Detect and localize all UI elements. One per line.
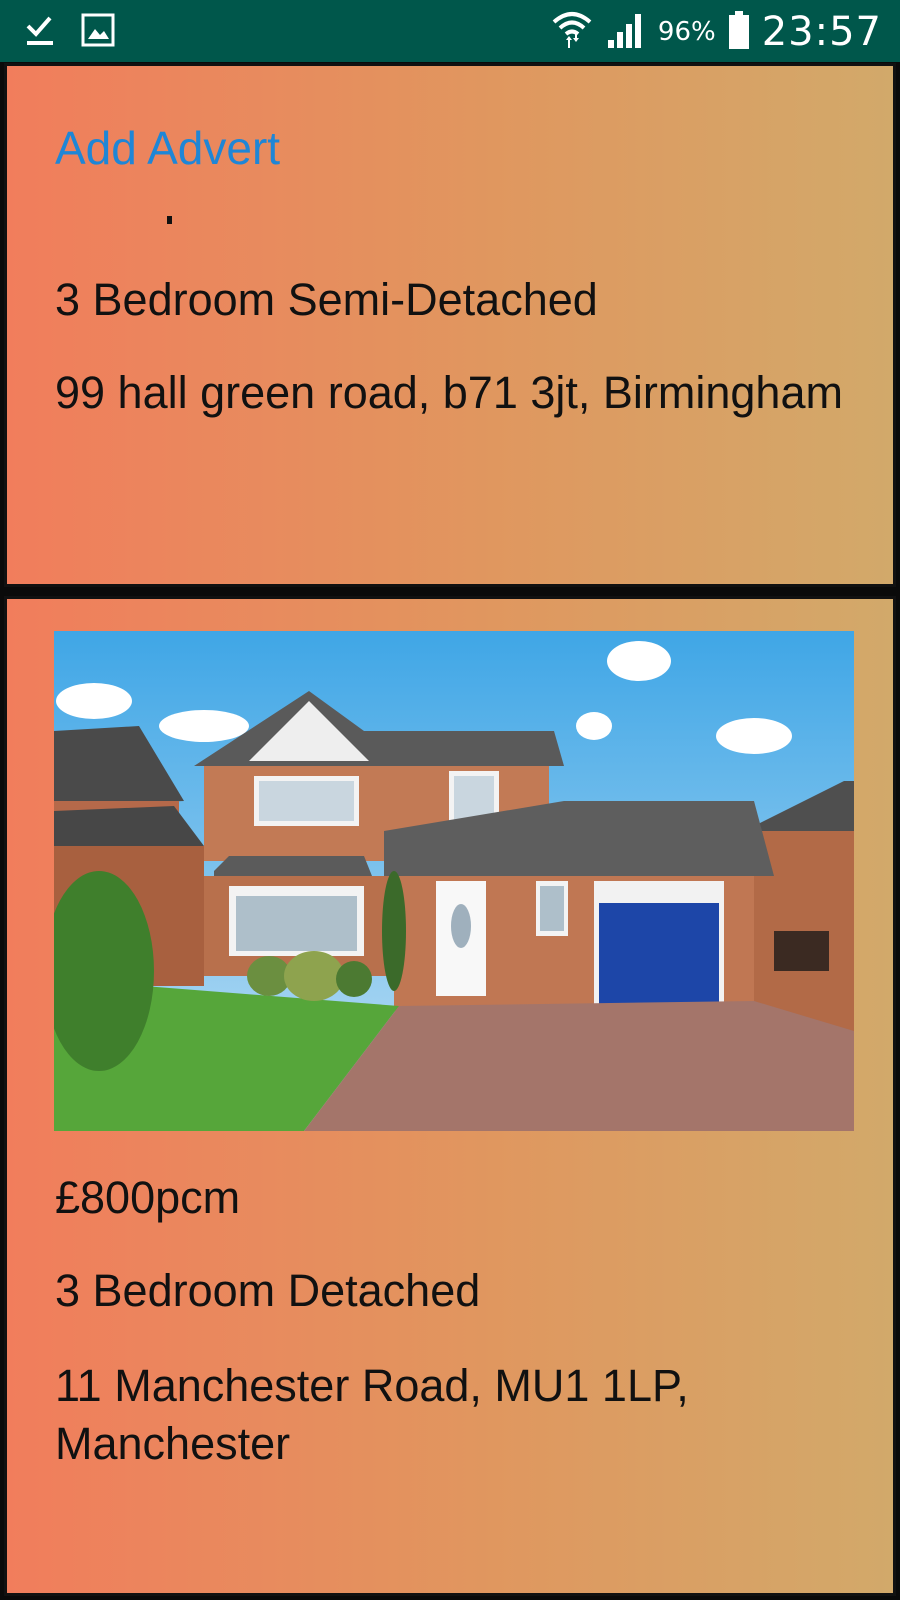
- advert-title: 3 Bedroom Semi-Detached: [55, 274, 598, 325]
- status-bar: 96% 23:57: [0, 0, 900, 62]
- signal-icon: [606, 10, 646, 55]
- placeholder-image-dot: [167, 216, 172, 224]
- advert-card[interactable]: £800pcm 3 Bedroom Detached 11 Manchester…: [4, 596, 896, 1596]
- add-advert-link[interactable]: Add Advert: [55, 121, 280, 175]
- advert-card[interactable]: Add Advert 3 Bedroom Semi-Detached 99 ha…: [4, 63, 896, 587]
- advert-address: 99 hall green road, b71 3jt, Birmingham: [55, 367, 843, 418]
- battery-icon: [728, 10, 750, 55]
- clock: 23:57: [761, 9, 882, 55]
- wifi-icon: [550, 8, 594, 57]
- advert-price: £800pcm: [55, 1172, 241, 1223]
- property-photo[interactable]: [54, 631, 854, 1131]
- image-icon: [80, 12, 116, 53]
- advert-title: 3 Bedroom Detached: [55, 1265, 481, 1316]
- battery-percent: 96%: [657, 17, 716, 47]
- check-download-icon: [24, 12, 56, 53]
- advert-address: 11 Manchester Road, MU1 1LP, Manchester: [55, 1360, 689, 1469]
